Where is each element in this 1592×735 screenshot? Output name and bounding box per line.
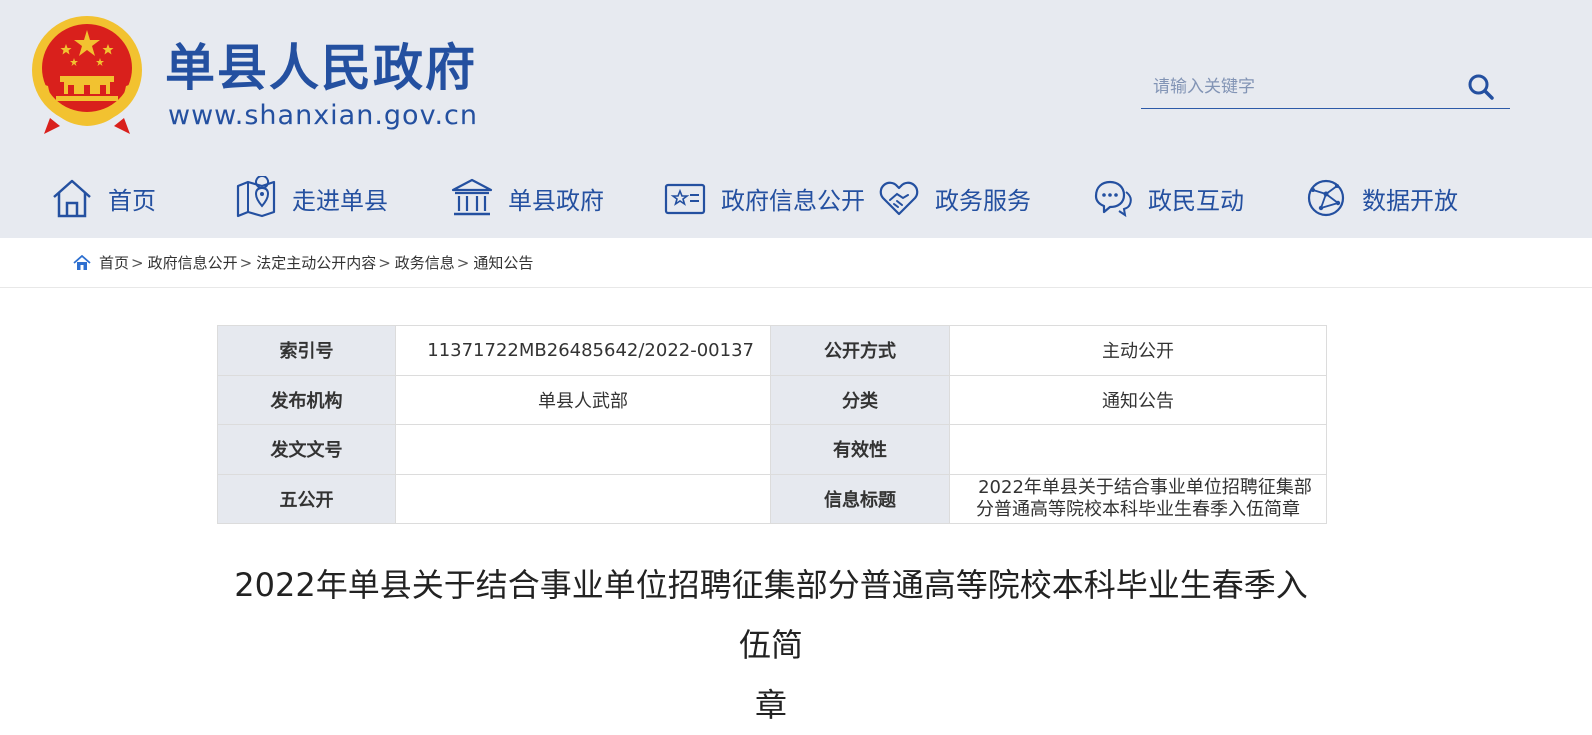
government-building-icon [451,178,493,216]
breadcrumb-notices[interactable]: 通知公告 [473,252,533,273]
site-name[interactable]: 单县人民政府 [165,36,477,100]
search-input[interactable] [1153,72,1453,102]
nav-item-government-services[interactable]: 政务服务 [877,172,1031,224]
document-number-label: 发文文号 [217,424,396,475]
info-title-line: 分普通高等院校本科毕业生春季入伍简章 [976,498,1300,520]
category-value: 通知公告 [949,374,1327,425]
nav-label: 首页 [108,186,156,215]
nav-item-public-interaction[interactable]: 政民互动 [1090,172,1244,224]
document-metadata-table: 索引号 11371722MB26485642/2022-00137 公开方式 主… [217,325,1327,524]
breadcrumb-separator: > [378,253,391,272]
table-row: 发布机构 单县人武部 分类 通知公告 [217,374,1327,425]
nav-label: 政务服务 [935,186,1031,215]
breadcrumb: 首页 > 政府信息公开 > 法定主动公开内容 > 政务信息 > 通知公告 [73,252,533,273]
breadcrumb-government-info[interactable]: 政府信息公开 [148,252,238,273]
disclosure-method-label: 公开方式 [770,325,950,376]
table-row: 发文文号 有效性 [217,424,1327,475]
search-icon[interactable] [1466,72,1496,102]
nav-label: 走进单县 [292,186,388,215]
article-title: 2022年单县关于结合事业单位招聘征集部分普通高等院校本科毕业生春季入伍简 章 [222,555,1320,735]
breadcrumb-statutory-content[interactable]: 法定主动公开内容 [256,252,376,273]
article-title-line: 章 [754,686,787,724]
five-disclosures-label: 五公开 [217,473,396,524]
table-row: 索引号 11371722MB26485642/2022-00137 公开方式 主… [217,325,1327,376]
index-number-label: 索引号 [217,325,396,376]
nav-item-government-info[interactable]: 政府信息公开 [663,172,865,224]
nav-item-home[interactable]: 首页 [50,172,156,224]
nav-item-open-data[interactable]: 数据开放 [1304,172,1458,224]
index-number-value: 11371722MB26485642/2022-00137 [395,325,771,376]
home-icon [53,179,91,218]
validity-label: 有效性 [770,424,950,475]
breadcrumb-government-affairs[interactable]: 政务信息 [395,252,455,273]
breadcrumb-separator: > [131,253,144,272]
globe-network-icon [1307,179,1345,217]
nav-label: 数据开放 [1362,186,1458,215]
search-box [1141,66,1510,109]
five-disclosures-value [395,473,771,524]
validity-value [949,424,1327,475]
nav-label: 单县政府 [508,186,604,215]
handshake-icon [879,181,919,216]
nav-label: 政民互动 [1148,186,1244,215]
nav-item-county-government[interactable]: 单县政府 [450,172,604,224]
category-label: 分类 [770,374,950,425]
document-number-value [395,424,771,475]
disclosure-method-value: 主动公开 [949,325,1327,376]
info-title-label: 信息标题 [770,473,950,524]
article-title-line: 2022年单县关于结合事业单位招聘征集部分普通高等院校本科毕业生春季入伍简 [234,566,1308,664]
breadcrumb-home[interactable]: 首页 [99,252,129,273]
map-icon [236,176,276,218]
nav-item-visit-county[interactable]: 走进单县 [234,172,388,224]
info-title-line: 2022年单县关于结合事业单位招聘征集部 [978,476,1312,498]
publisher-value: 单县人武部 [395,374,771,425]
home-icon [73,254,91,270]
chat-icon [1094,180,1132,218]
breadcrumb-separator: > [239,253,253,272]
breadcrumb-bar: 首页 > 政府信息公开 > 法定主动公开内容 > 政务信息 > 通知公告 [0,238,1592,288]
site-url[interactable]: www.shanxian.gov.cn [168,98,478,134]
publisher-label: 发布机构 [217,374,396,425]
info-card-icon [664,183,706,215]
site-header: 单县人民政府 www.shanxian.gov.cn 首页 走进单县 [0,0,1592,238]
national-emblem-icon[interactable] [30,14,144,136]
table-row: 五公开 信息标题 2022年单县关于结合事业单位招聘征集部 分普通高等院校本科毕… [217,473,1327,524]
nav-label: 政府信息公开 [721,186,865,215]
breadcrumb-separator: > [456,253,470,272]
info-title-value: 2022年单县关于结合事业单位招聘征集部 分普通高等院校本科毕业生春季入伍简章 [949,473,1327,524]
